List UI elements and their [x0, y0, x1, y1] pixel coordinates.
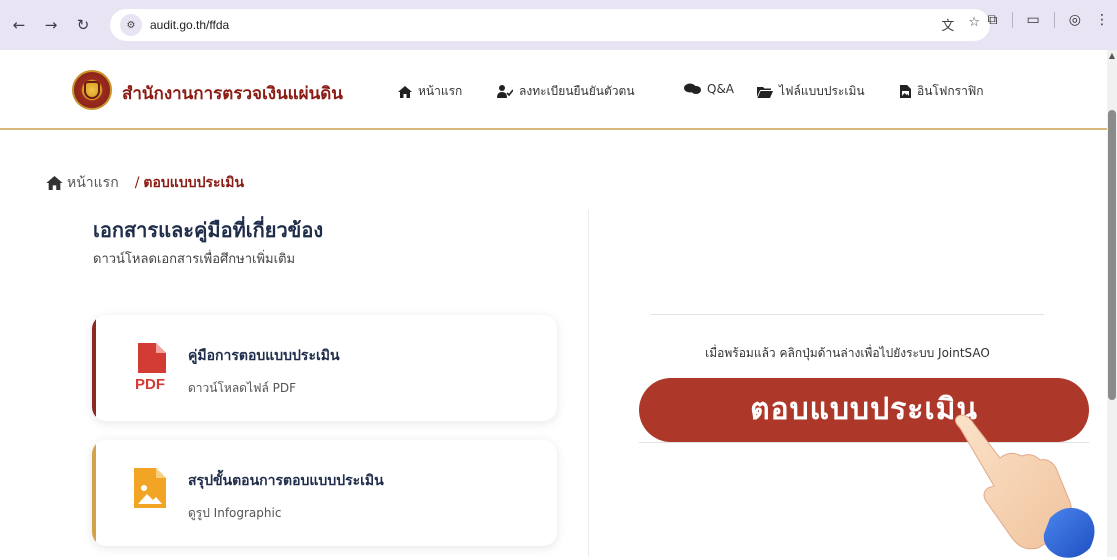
site-info-icon[interactable]: ⚙	[120, 14, 142, 36]
cast-icon[interactable]: ▭	[1027, 12, 1040, 28]
brand-title[interactable]: สำนักงานการตรวจเงินแผ่นดิน	[122, 80, 343, 107]
section-divider	[651, 314, 1044, 315]
user-check-icon	[497, 85, 513, 98]
nav-infographic[interactable]: อินโฟกราฟิก	[900, 82, 984, 101]
infographic-card[interactable]: สรุปขั้นตอนการตอบแบบประเมิน ดูรูป Infogr…	[92, 440, 557, 546]
card-subtitle: ดาวน์โหลดไฟล์ PDF	[188, 381, 297, 395]
arrow-left-icon[interactable]: ←	[6, 12, 32, 38]
action-hint: เมื่อพร้อมแล้ว คลิกปุ่มด้านล่างเพื่อไปยั…	[705, 346, 990, 360]
toolbar-divider	[1011, 12, 1013, 28]
pdf-manual-card[interactable]: PDF คู่มือการตอบแบบประเมิน ดาวน์โหลดไฟล์…	[92, 315, 557, 421]
folder-icon	[757, 86, 773, 98]
card-accent	[92, 315, 96, 421]
translate-icon[interactable]: 文	[941, 15, 954, 34]
nav-infographic-label: อินโฟกราฟิก	[917, 84, 984, 98]
nav-register-label: ลงทะเบียนยืนยันตัวตน	[519, 84, 635, 98]
profile-icon[interactable]: ◎	[1069, 12, 1081, 28]
breadcrumb-current: ตอบแบบประเมิน	[143, 175, 245, 191]
scrollbar-thumb[interactable]	[1108, 110, 1116, 400]
page-scrollbar[interactable]: ▲	[1107, 50, 1117, 557]
reload-icon[interactable]: ↻	[70, 12, 96, 38]
home-icon	[398, 85, 412, 98]
sao-logo[interactable]	[72, 70, 112, 110]
file-image-icon	[900, 85, 911, 98]
toolbar-divider	[1053, 12, 1055, 28]
nav-files[interactable]: ไฟล์แบบประเมิน	[757, 82, 865, 101]
extensions-icon[interactable]: ⧉	[988, 12, 998, 28]
bookmark-star-icon[interactable]: ☆	[968, 15, 980, 34]
breadcrumb-separator: /	[134, 175, 140, 191]
arrow-right-icon[interactable]: →	[38, 12, 64, 38]
browser-toolbar: ← → ↻ ⚙ audit.go.th/ffda 文 ☆ ⧉ ▭ ◎ ⋮	[0, 0, 1117, 50]
pointing-hand-icon	[954, 414, 1095, 558]
nav-qa-label: Q&A	[707, 82, 735, 96]
image-file-icon	[134, 468, 166, 508]
nav-register[interactable]: ลงทะเบียนยืนยันตัวตน	[497, 82, 635, 101]
breadcrumb: หน้าแรก / ตอบแบบประเมิน	[46, 172, 244, 194]
nav-home-label: หน้าแรก	[418, 84, 463, 98]
site-header: สำนักงานการตรวจเงินแผ่นดิน หน้าแรก ลงทะเ…	[0, 50, 1107, 130]
scroll-up-icon[interactable]: ▲	[1108, 52, 1116, 60]
card-accent	[92, 440, 96, 546]
address-bar[interactable]: ⚙ audit.go.th/ffda 文 ☆	[110, 9, 990, 41]
card-subtitle: ดูรูป Infographic	[188, 506, 282, 520]
pdf-label: PDF	[135, 376, 165, 391]
nav-home[interactable]: หน้าแรก	[398, 82, 462, 101]
card-title: สรุปขั้นตอนการตอบแบบประเมิน	[188, 473, 384, 489]
pdf-file-icon: PDF	[135, 343, 166, 391]
nav-qa[interactable]: Q&A	[684, 82, 734, 96]
documents-subheading: ดาวน์โหลดเอกสารเพื่อศึกษาเพิ่มเติม	[93, 252, 296, 267]
chat-icon	[684, 83, 701, 94]
documents-heading: เอกสารและคู่มือที่เกี่ยวข้อง	[93, 218, 324, 242]
home-icon[interactable]	[46, 176, 63, 190]
nav-files-label: ไฟล์แบบประเมิน	[779, 84, 865, 98]
url-text: audit.go.th/ffda	[150, 18, 230, 32]
column-divider	[588, 210, 589, 557]
kebab-menu-icon[interactable]: ⋮	[1095, 12, 1109, 28]
breadcrumb-home[interactable]: หน้าแรก	[67, 172, 119, 194]
card-title: คู่มือการตอบแบบประเมิน	[188, 348, 340, 364]
